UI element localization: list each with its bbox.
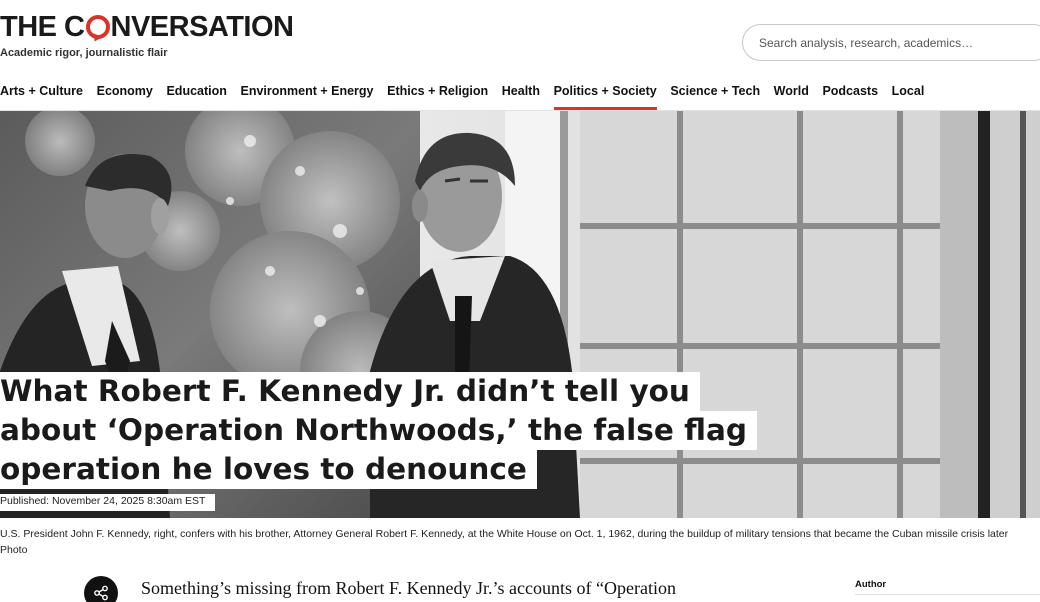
nav-item-science-tech[interactable]: Science + Tech bbox=[670, 84, 760, 110]
section-nav: Arts + Culture Economy Education Environ… bbox=[0, 84, 938, 110]
caption-credit: Photo bbox=[0, 543, 28, 556]
caption-text: U.S. President John F. Kennedy, right, c… bbox=[0, 528, 1009, 540]
published-date: Published: November 24, 2025 8:30am EST bbox=[0, 494, 216, 511]
photo-caption: U.S. President John F. Kennedy, right, c… bbox=[0, 527, 1040, 558]
site-tagline: Academic rigor, journalistic flair bbox=[0, 47, 168, 59]
nav-item-ethics-religion[interactable]: Ethics + Religion bbox=[387, 84, 488, 110]
nav-item-economy[interactable]: Economy bbox=[97, 84, 153, 110]
share-button[interactable] bbox=[84, 576, 118, 602]
nav-item-politics-society[interactable]: Politics + Society bbox=[553, 84, 657, 110]
headline-block: What Robert F. Kennedy Jr. didn’t tell y… bbox=[0, 372, 760, 489]
logo-text-end: NVERSATION bbox=[110, 10, 294, 43]
nav-item-local[interactable]: Local bbox=[892, 84, 925, 110]
logo-speech-bubble-icon bbox=[85, 15, 110, 39]
article-lead-paragraph: Something’s missing from Robert F. Kenne… bbox=[141, 578, 676, 598]
site-logo[interactable]: THE C NVERSATION bbox=[0, 10, 294, 44]
nav-item-podcasts[interactable]: Podcasts bbox=[822, 84, 878, 110]
site-header: THE C NVERSATION Academic rigor, journali… bbox=[0, 0, 1040, 110]
headline-line: about ‘Operation Northwoods,’ the false … bbox=[0, 411, 757, 450]
article-headline: What Robert F. Kennedy Jr. didn’t tell y… bbox=[0, 372, 760, 489]
search-input[interactable] bbox=[742, 24, 1040, 61]
nav-item-education[interactable]: Education bbox=[166, 84, 226, 110]
nav-item-health[interactable]: Health bbox=[502, 84, 540, 110]
headline-line: What Robert F. Kennedy Jr. didn’t tell y… bbox=[0, 372, 700, 411]
headline-line: operation he loves to denounce bbox=[0, 450, 537, 489]
nav-item-world[interactable]: World bbox=[774, 84, 809, 110]
share-icon bbox=[94, 585, 108, 601]
logo-text-start: THE C bbox=[0, 10, 85, 43]
author-divider bbox=[855, 594, 1040, 595]
nav-item-environment-energy[interactable]: Environment + Energy bbox=[240, 84, 373, 110]
nav-item-arts-culture[interactable]: Arts + Culture bbox=[0, 84, 83, 110]
author-section-label: Author bbox=[855, 579, 887, 590]
